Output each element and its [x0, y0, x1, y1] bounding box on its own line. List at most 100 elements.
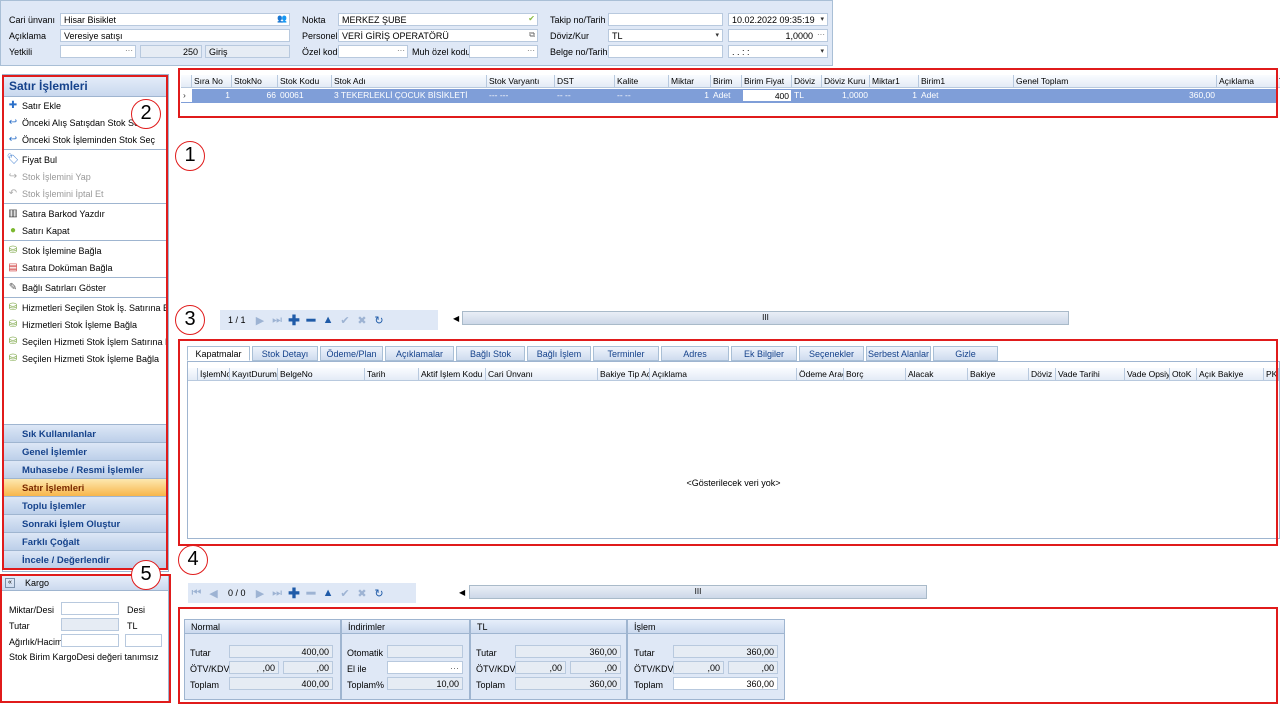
sidebar-category[interactable]: Sonraki İşlem Oluştur: [3, 514, 168, 532]
table-row[interactable]: › 1 66 00061 3 TEKERLEKLİ ÇOCUK BİSİKLETİ ---…: [181, 89, 1277, 103]
tab[interactable]: Adres: [661, 346, 729, 361]
takip-no-field[interactable]: [608, 13, 723, 26]
elile-field[interactable]: ···: [387, 661, 463, 674]
kargo-agirlik-field[interactable]: [61, 634, 119, 647]
scroll-left-icon[interactable]: ◀: [453, 314, 459, 323]
tab[interactable]: Stok Detayı: [252, 346, 318, 361]
column-header[interactable]: Vade Opsiyon: [1125, 368, 1170, 381]
chevron-down-icon[interactable]: ▾: [820, 15, 824, 23]
sidebar-category[interactable]: Muhasebe / Resmi İşlemler: [3, 460, 168, 478]
save-check-icon[interactable]: ✔: [337, 587, 354, 600]
table-cell[interactable]: 00061: [278, 89, 332, 102]
tab[interactable]: Terminler: [593, 346, 659, 361]
takip-tarih-field[interactable]: 10.02.2022 09:35:19 ▾: [728, 13, 828, 26]
column-header[interactable]: Döviz: [1029, 368, 1056, 381]
table-cell[interactable]: 3 TEKERLEKLİ ÇOCUK BİSİKLETİ: [332, 89, 487, 102]
check-icon[interactable]: ✔: [528, 14, 535, 23]
scroll-left-icon[interactable]: ◀: [459, 588, 465, 597]
column-header[interactable]: Birim Fiyat: [742, 75, 792, 88]
chevron-down-icon[interactable]: ▾: [715, 31, 719, 39]
save-check-icon[interactable]: ✔: [337, 314, 354, 327]
table-cell[interactable]: Adet: [711, 89, 742, 102]
sidebar-category[interactable]: Sık Kullanılanlar: [3, 424, 168, 442]
table-cell[interactable]: 400: [742, 89, 792, 102]
belge-no-field[interactable]: [608, 45, 723, 58]
table-cell[interactable]: -- --: [615, 89, 669, 102]
column-header[interactable]: Bakiye Tip Ac: [598, 368, 650, 381]
tab[interactable]: Açıklamalar: [385, 346, 454, 361]
column-header[interactable]: Birim: [711, 75, 742, 88]
column-header[interactable]: Sıra No: [192, 75, 232, 88]
cancel-icon[interactable]: ✖: [354, 587, 371, 600]
sidebar-action-item[interactable]: ▥ Satıra Barkod Yazdır: [3, 205, 168, 222]
cancel-icon[interactable]: ✖: [354, 314, 371, 327]
tab[interactable]: Bağlı İşlem: [527, 346, 591, 361]
column-header[interactable]: Cari Ünvanı: [486, 368, 598, 381]
sidebar-action-item[interactable]: ✎ Bağlı Satırları Göster: [3, 279, 168, 296]
chevron-down-icon[interactable]: ▾: [820, 47, 824, 55]
sidebar-category[interactable]: Satır İşlemleri: [3, 478, 168, 496]
column-header[interactable]: DST: [555, 75, 615, 88]
tab[interactable]: Seçenekler: [799, 346, 864, 361]
muh-ozel-kodu-field[interactable]: ···: [469, 45, 538, 58]
add-icon[interactable]: ✚: [286, 585, 303, 602]
column-header[interactable]: PK: [1264, 368, 1279, 381]
doviz-select[interactable]: TL ▾: [608, 29, 723, 42]
table-cell[interactable]: Adet: [919, 89, 1014, 102]
table-cell[interactable]: TL: [792, 89, 822, 102]
next-icon[interactable]: ▶: [252, 314, 269, 327]
sidebar-category[interactable]: Toplu İşlemler: [3, 496, 168, 514]
column-header[interactable]: Açıklama: [650, 368, 797, 381]
kargo-miktar-field[interactable]: [61, 602, 119, 615]
column-header[interactable]: Açık Bakiye: [1197, 368, 1264, 381]
grid1-hscroll[interactable]: III: [462, 311, 1069, 325]
cari-unvani-field[interactable]: Hisar Bisiklet 👥: [60, 13, 290, 26]
column-header[interactable]: KayıtDurumu: [230, 368, 278, 381]
tab[interactable]: Ödeme/Plan: [320, 346, 383, 361]
table-cell[interactable]: 360,00: [1014, 89, 1217, 102]
sidebar-action-item[interactable]: ↶ Stok İşlemini İptal Et: [3, 185, 168, 202]
table-cell[interactable]: -- --: [555, 89, 615, 102]
table-cell[interactable]: [1217, 89, 1277, 102]
first-icon[interactable]: ⏮: [188, 587, 205, 600]
column-header[interactable]: OtoK: [1170, 368, 1197, 381]
tab[interactable]: Kapatmalar: [187, 346, 250, 361]
kargo-hacim-field[interactable]: [125, 634, 162, 647]
yetkili-field[interactable]: ···: [60, 45, 136, 58]
sidebar-action-item[interactable]: ⛁ Hizmetleri Stok İşleme Bağla: [3, 316, 168, 333]
column-header[interactable]: İşlemNo: [198, 368, 230, 381]
column-header[interactable]: Alacak: [906, 368, 968, 381]
tab[interactable]: Serbest Alanlar: [866, 346, 931, 361]
sidebar-action-item[interactable]: ▤ Satıra Doküman Bağla: [3, 259, 168, 276]
column-header[interactable]: Döviz Kuru: [822, 75, 870, 88]
refresh-icon[interactable]: ↻: [371, 587, 388, 600]
sidebar-category[interactable]: Farklı Çoğalt: [3, 532, 168, 550]
column-header[interactable]: Stok Adı: [332, 75, 487, 88]
tab[interactable]: Gizle: [933, 346, 998, 361]
last-icon[interactable]: ⏭: [269, 314, 286, 327]
table-cell[interactable]: 1: [870, 89, 919, 102]
column-header[interactable]: BelgeNo: [278, 368, 365, 381]
last-icon[interactable]: ⏭: [269, 587, 286, 600]
aciklama-field[interactable]: Veresiye satışı: [60, 29, 290, 42]
table-cell[interactable]: 66: [232, 89, 278, 102]
column-header[interactable]: Döviz: [792, 75, 822, 88]
table-cell[interactable]: 1,0000: [822, 89, 870, 102]
column-header[interactable]: Aktif İşlem Kodu: [419, 368, 486, 381]
column-header[interactable]: Stok Kodu: [278, 75, 332, 88]
column-header[interactable]: Genel Toplam: [1014, 75, 1217, 88]
sidebar-action-item[interactable]: ● Satırı Kapat: [3, 222, 168, 239]
table-cell[interactable]: --- ---: [487, 89, 555, 102]
remove-icon[interactable]: ━: [303, 312, 320, 329]
column-header[interactable]: Ödeme Aracı: [797, 368, 844, 381]
table-cell[interactable]: 1: [669, 89, 711, 102]
add-icon[interactable]: ✚: [286, 312, 303, 329]
tab[interactable]: Ek Bilgiler: [731, 346, 797, 361]
ozel-kod-field[interactable]: ···: [338, 45, 408, 58]
sidebar-action-item[interactable]: 🏷 Fiyat Bul: [3, 151, 168, 168]
column-header[interactable]: StokNo: [232, 75, 278, 88]
sidebar-action-item[interactable]: ↪ Stok İşlemini Yap: [3, 168, 168, 185]
belge-tarih-field[interactable]: . . : : ▾: [728, 45, 828, 58]
column-header[interactable]: Tarih: [365, 368, 419, 381]
sidebar-action-item[interactable]: ↩ Önceki Stok İşleminden Stok Seç: [3, 131, 168, 148]
